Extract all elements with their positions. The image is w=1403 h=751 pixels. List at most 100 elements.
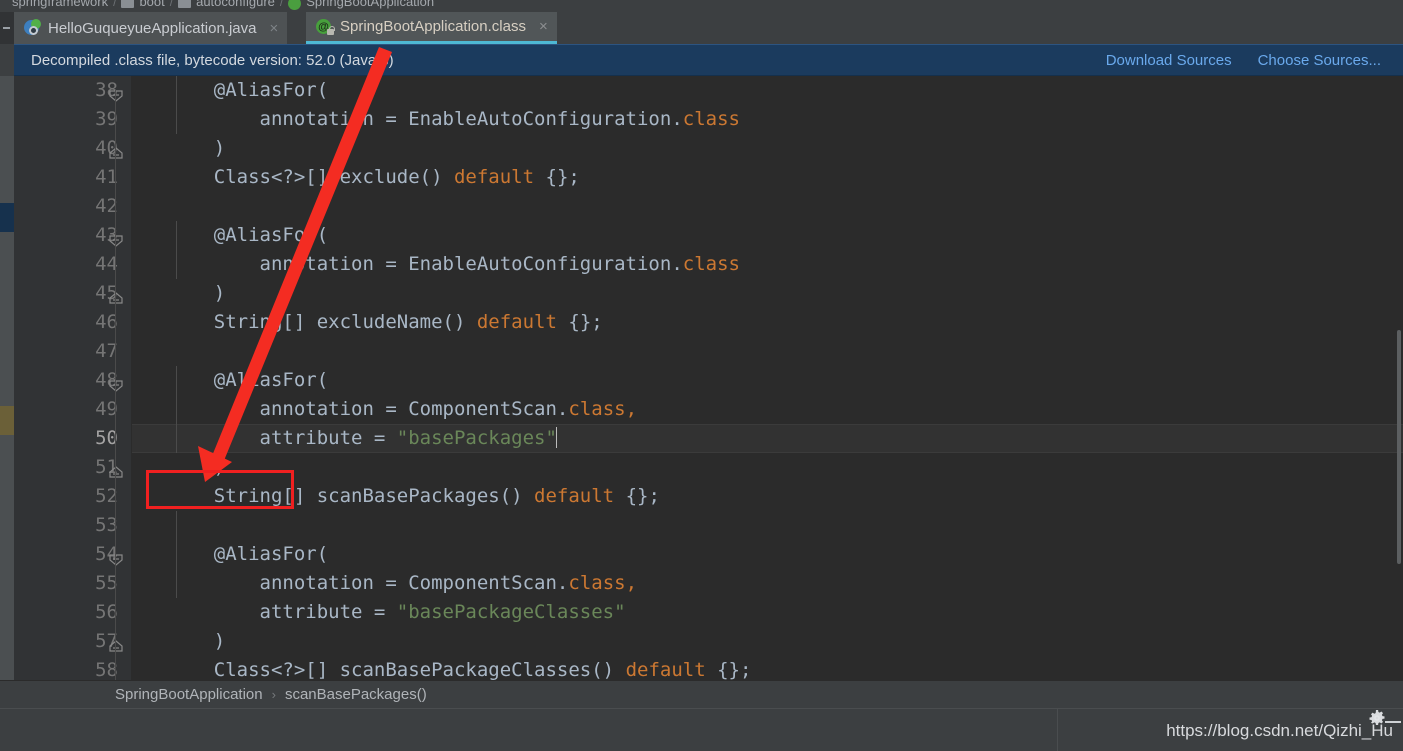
code-token: default bbox=[476, 311, 557, 333]
code-token: @AliasFor( bbox=[168, 224, 329, 246]
code-token: class, bbox=[568, 572, 638, 594]
code-line[interactable]: String[] excludeName() default {}; bbox=[132, 308, 1403, 337]
package-icon bbox=[178, 0, 192, 8]
close-icon[interactable]: × bbox=[269, 20, 278, 37]
vertical-scrollbar-thumb[interactable] bbox=[1397, 330, 1401, 564]
text-caret bbox=[555, 427, 557, 448]
code-line[interactable]: ) bbox=[132, 627, 1403, 656]
line-number: 44 bbox=[95, 253, 118, 275]
code-line[interactable] bbox=[132, 337, 1403, 366]
marker-current-olive bbox=[0, 406, 14, 435]
indent-guide bbox=[176, 76, 177, 134]
line-number: 38 bbox=[95, 79, 118, 101]
indent-guide bbox=[176, 366, 177, 453]
editor-gutter[interactable]: 38 39 40 41 42 43 44 45 46 47 48 49 50 51 52 53 54 55 56 57… bbox=[14, 76, 132, 681]
choose-sources-link[interactable]: Choose Sources... bbox=[1258, 52, 1381, 69]
code-token: {}; bbox=[614, 485, 660, 507]
tab-label: HelloGuqueyueApplication.java bbox=[48, 19, 257, 37]
code-line[interactable]: annotation = EnableAutoConfiguration.cla… bbox=[132, 250, 1403, 279]
tab-helloguqueyueapplication-java[interactable]: HelloGuqueyueApplication.java × bbox=[14, 12, 288, 44]
line-number: 46 bbox=[95, 311, 118, 333]
indent-guide bbox=[176, 221, 177, 279]
line-number: 41 bbox=[95, 166, 118, 188]
fold-close-icon[interactable] bbox=[108, 453, 132, 482]
close-icon[interactable]: × bbox=[539, 18, 548, 35]
line-number: 45 bbox=[95, 282, 118, 304]
breadcrumb-class[interactable]: SpringBootApplication bbox=[115, 686, 263, 703]
code-line[interactable]: @AliasFor( bbox=[132, 76, 1403, 105]
breadcrumb-item-springframework[interactable]: springframework bbox=[12, 0, 108, 9]
bottom-breadcrumb: SpringBootApplication › scanBasePackages… bbox=[0, 680, 1403, 709]
code-line[interactable]: ) bbox=[132, 453, 1403, 482]
package-icon bbox=[121, 0, 135, 8]
line-number: 47 bbox=[95, 340, 118, 362]
code-token: attribute = bbox=[168, 601, 397, 623]
line-number: 39 bbox=[95, 108, 118, 130]
ide-window: springframework / boot / autoconfigure /… bbox=[0, 0, 1403, 751]
code-line[interactable]: @AliasFor( bbox=[132, 366, 1403, 395]
code-token: annotation = EnableAutoConfiguration. bbox=[168, 108, 683, 130]
code-line[interactable]: ) bbox=[132, 134, 1403, 163]
download-sources-link[interactable]: Download Sources bbox=[1106, 52, 1232, 69]
fold-close-icon[interactable] bbox=[108, 134, 132, 163]
code-token: String[] excludeName() bbox=[168, 311, 477, 333]
breadcrumb-separator: / bbox=[279, 0, 284, 9]
fold-open-icon[interactable] bbox=[108, 76, 132, 105]
code-token: String[] scanBasePackages() bbox=[168, 485, 535, 507]
code-line[interactable]: String[] scanBasePackages() default {}; bbox=[132, 482, 1403, 511]
line-number: 52 bbox=[95, 485, 118, 507]
breadcrumb-item-boot[interactable]: boot bbox=[139, 0, 164, 9]
code-token: {}; bbox=[705, 659, 752, 681]
tool-window-stripe[interactable] bbox=[0, 12, 14, 44]
code-token: default bbox=[625, 659, 706, 681]
vertical-scrollbar-track[interactable] bbox=[1391, 76, 1403, 680]
code-line[interactable]: ) bbox=[132, 279, 1403, 308]
code-token: class bbox=[682, 253, 740, 275]
editor-text-area[interactable]: @AliasFor( annotation = EnableAutoConfig… bbox=[132, 76, 1403, 681]
code-token: @AliasFor( bbox=[168, 79, 329, 101]
code-line[interactable]: annotation = EnableAutoConfiguration.cla… bbox=[132, 105, 1403, 134]
gear-icon[interactable] bbox=[1369, 710, 1385, 726]
minimize-icon[interactable] bbox=[1385, 721, 1401, 723]
code-token: Class<?>[] exclude() bbox=[168, 166, 454, 188]
code-line[interactable]: @AliasFor( bbox=[132, 221, 1403, 250]
code-token: "basePackageClasses" bbox=[396, 601, 626, 623]
top-breadcrumb: springframework / boot / autoconfigure /… bbox=[0, 0, 1403, 12]
line-number: 51 bbox=[95, 456, 118, 478]
code-token: class, bbox=[568, 398, 638, 420]
code-editor[interactable]: 38 39 40 41 42 43 44 45 46 47 48 49 50 51 52 53 54 55 56 57… bbox=[0, 76, 1403, 681]
fold-open-icon[interactable] bbox=[108, 221, 132, 250]
bottom-left-spacer bbox=[0, 680, 14, 709]
fold-close-icon[interactable] bbox=[108, 627, 132, 656]
fold-close-icon[interactable] bbox=[108, 279, 132, 308]
code-line[interactable] bbox=[132, 511, 1403, 540]
code-token: ) bbox=[168, 456, 226, 478]
annotation-class-icon: @ bbox=[316, 18, 335, 35]
gutter-structure-line bbox=[115, 90, 116, 680]
line-number: 50 bbox=[95, 427, 118, 449]
editor-marker-stripe[interactable] bbox=[0, 76, 14, 680]
code-line[interactable]: annotation = ComponentScan.class, bbox=[132, 395, 1403, 424]
breadcrumb-separator: / bbox=[169, 0, 174, 9]
code-line[interactable]: attribute = "basePackageClasses" bbox=[132, 598, 1403, 627]
code-token: annotation = ComponentScan. bbox=[168, 398, 569, 420]
indent-guide bbox=[176, 511, 177, 598]
breadcrumb-item-springbootapplication[interactable]: SpringBootApplication bbox=[306, 0, 434, 9]
breadcrumb-item-autoconfigure[interactable]: autoconfigure bbox=[196, 0, 275, 9]
code-line[interactable]: @AliasFor( bbox=[132, 540, 1403, 569]
code-line[interactable]: attribute = "basePackages" bbox=[132, 424, 1403, 453]
tab-label: SpringBootApplication.class bbox=[340, 18, 526, 35]
line-number: 53 bbox=[95, 514, 118, 536]
fold-open-icon[interactable] bbox=[108, 366, 132, 395]
code-line[interactable]: annotation = ComponentScan.class, bbox=[132, 569, 1403, 598]
fold-open-icon[interactable] bbox=[108, 540, 132, 569]
breadcrumb-method[interactable]: scanBasePackages() bbox=[285, 686, 427, 703]
csdn-watermark: https://blog.csdn.net/Qizhi_Hu bbox=[1166, 721, 1393, 740]
tab-springbootapplication-class[interactable]: @ SpringBootApplication.class × bbox=[306, 12, 557, 44]
code-line[interactable] bbox=[132, 192, 1403, 221]
line-number: 40 bbox=[95, 137, 118, 159]
code-line[interactable]: Class<?>[] exclude() default {}; bbox=[132, 163, 1403, 192]
decompiled-message: Decompiled .class file, bytecode version… bbox=[31, 51, 394, 69]
line-number: 43 bbox=[95, 224, 118, 246]
code-token: default bbox=[453, 166, 535, 188]
